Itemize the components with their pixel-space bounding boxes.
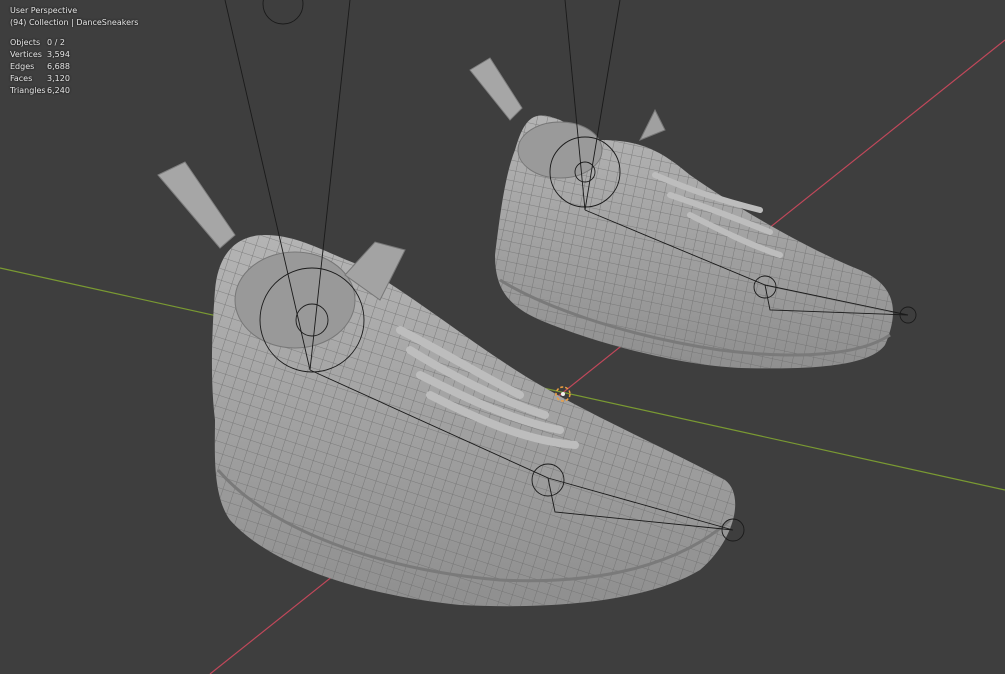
collection-line: (94) Collection | DanceSneakers: [10, 18, 139, 27]
view-name: User Perspective: [10, 6, 78, 15]
stat-faces: Faces 3,120: [10, 74, 70, 83]
stat-edges: Edges 6,688: [10, 62, 70, 71]
3d-viewport[interactable]: User Perspective (94) Collection | Dance…: [0, 0, 1005, 674]
scene-canvas[interactable]: [0, 0, 1005, 674]
shoe-right[interactable]: [469, 57, 893, 369]
viewport-info-overlay: User Perspective (94) Collection | Dance…: [10, 5, 138, 97]
stat-vertices: Vertices 3,594: [10, 50, 70, 59]
stat-objects: Objects 0 / 2: [10, 38, 65, 47]
stat-triangles: Triangles 6,240: [10, 86, 70, 95]
